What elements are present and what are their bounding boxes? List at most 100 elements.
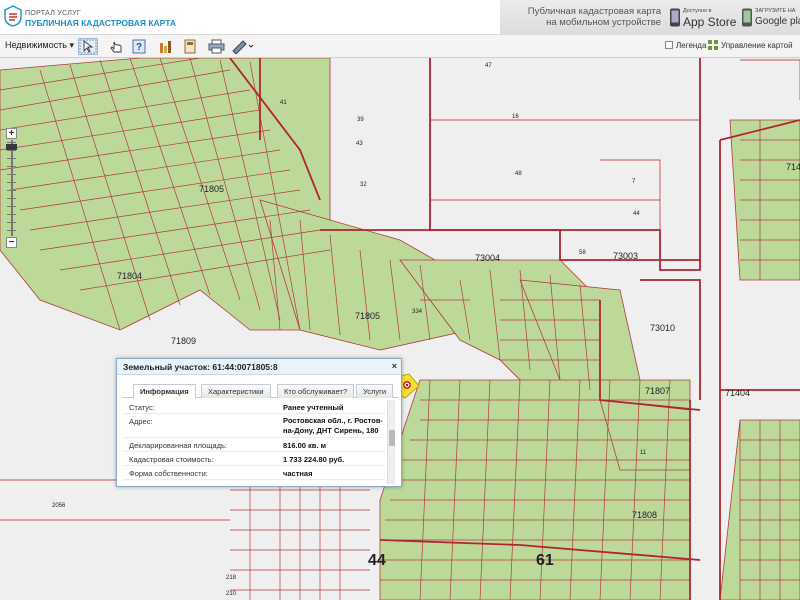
zoom-tick [7, 158, 16, 159]
portal-logo-icon [4, 5, 22, 27]
map-management-button[interactable]: Управление картой [708, 40, 793, 50]
parcel-label: 2056 [52, 503, 66, 509]
map-management-label: Управление картой [721, 41, 793, 50]
info-row-area: Декларированная площадь: 816.00 кв. м [123, 438, 385, 452]
identify-tool-button[interactable] [107, 38, 127, 55]
district-label: 61 [536, 552, 554, 569]
quarter-label: 71809 [171, 336, 197, 346]
building-chart-icon [160, 41, 171, 53]
pointer-hand-icon [110, 41, 122, 53]
google-play-badge[interactable]: ЗАГРУЗИТЕ НА Google play [739, 4, 800, 31]
app-store-badge[interactable]: Доступно в App Store [667, 4, 737, 31]
info-row-cost: Кадастровая стоимость: 1 733 224.80 руб. [123, 452, 385, 466]
tab-information[interactable]: Информация [133, 384, 196, 399]
zoom-slider-handle[interactable] [6, 144, 17, 150]
parcel-info-popup: Земельный участок: 61:44:0071805:8 × Инф… [116, 358, 402, 487]
parcel-label: 11 [640, 450, 647, 456]
mobile-promo-text: Публичная кадастровая карта на мобильном… [521, 6, 661, 28]
zoom-tick [7, 190, 16, 191]
info-value: Ростовская обл., г. Ростов-на-Дону, ДНТ … [283, 416, 383, 435]
zoom-tick [7, 230, 16, 231]
portal-title[interactable]: ПУБЛИЧНАЯ КАДАСТРОВАЯ КАРТА [25, 18, 176, 28]
map-toolbar: Недвижимость ▾ ? Легенда Управление карт… [0, 35, 800, 58]
zoom-tick [7, 206, 16, 207]
zoom-tick [7, 150, 16, 151]
info-tool-button[interactable]: ? [130, 38, 148, 55]
parcel-label: 218 [226, 575, 237, 581]
info-key: Декларированная площадь: [129, 441, 227, 450]
statistics-tool-button[interactable] [156, 38, 174, 55]
portal-caption: ПОРТАЛ УСЛУГ [25, 10, 81, 17]
info-key: Статус: [129, 403, 155, 412]
google-play-caption: ЗАГРУЗИТЕ НА [755, 8, 796, 14]
tab-services[interactable]: Услуги [356, 384, 394, 398]
parcel-label: 47 [485, 63, 492, 69]
parcel-label: 32 [360, 182, 367, 188]
parcel-label: 334 [412, 309, 423, 315]
quarter-label: 71404 [725, 388, 751, 398]
promo-line-1: Публичная кадастровая карта [527, 6, 661, 17]
parcel-label: 7 [632, 179, 636, 185]
scrollbar-thumb[interactable] [389, 430, 395, 446]
quarter-label: 71804 [117, 271, 143, 281]
close-icon[interactable]: × [392, 361, 397, 371]
quarter-label: 73010 [650, 323, 676, 333]
calculator-tool-button[interactable] [181, 38, 199, 55]
info-value: частная [283, 469, 313, 478]
layer-dropdown-value: Недвижимость [5, 40, 67, 50]
info-key: Адрес: [129, 417, 153, 426]
quarter-label: 7148 [786, 162, 800, 172]
cursor-select-icon [79, 39, 97, 54]
tab-who-serves[interactable]: Кто обслуживает? [277, 384, 355, 398]
zoom-tick [7, 222, 16, 223]
printer-icon [208, 39, 225, 54]
chevron-down-icon: ▾ [69, 40, 74, 50]
measure-tool-button[interactable] [230, 38, 256, 55]
parcel-label: 210 [226, 591, 237, 597]
parcel-label: 16 [512, 114, 519, 120]
quarter-label: 71808 [632, 510, 658, 520]
info-key: Форма собственности: [129, 469, 208, 478]
zoom-tick [7, 174, 16, 175]
question-help-icon: ? [132, 39, 146, 54]
info-scrollbar[interactable] [387, 400, 395, 484]
zoom-in-button[interactable]: + [6, 128, 17, 139]
info-row-status: Статус: Ранее учтенный [123, 400, 385, 414]
parcel-label: 48 [515, 171, 522, 177]
info-value: 1 733 224.80 руб. [283, 455, 345, 464]
tab-characteristics[interactable]: Характеристики [201, 384, 271, 398]
zoom-tick [7, 166, 16, 167]
android-phone-icon [742, 8, 752, 27]
legend-checkbox[interactable] [665, 41, 673, 49]
parcel-label: 58 [579, 250, 586, 256]
app-store-label: App Store [683, 15, 737, 29]
info-row-address: Адрес: Ростовская обл., г. Ростов-на-Дон… [123, 414, 385, 438]
calculator-icon [184, 39, 196, 54]
info-value: 816.00 кв. м [283, 441, 327, 450]
promo-line-2: на мобильном устройстве [546, 17, 661, 28]
map-canvas[interactable] [0, 58, 800, 600]
popup-tabs: Информация Характеристики Кто обслуживае… [123, 380, 398, 399]
parcel-label: 43 [356, 141, 363, 147]
zoom-tick [7, 198, 16, 199]
app-store-caption: Доступно в [683, 8, 712, 14]
info-value: Ранее учтенный [283, 403, 344, 412]
zoom-tick [7, 214, 16, 215]
zoom-tick [7, 182, 16, 183]
quarter-label: 71805 [199, 184, 225, 194]
zoom-out-button[interactable]: − [6, 237, 17, 248]
cadastral-map[interactable]: + − 71805 71804 71809 73004 71805 73003 … [0, 58, 800, 600]
layer-dropdown[interactable]: Недвижимость ▾ [5, 40, 74, 51]
info-row-ownership: Форма собственности: частная [123, 466, 385, 480]
ruler-icon [232, 40, 254, 54]
parcel-label: 39 [357, 117, 364, 123]
zoom-tick [7, 142, 16, 143]
legend-toggle[interactable]: Легенда [665, 41, 706, 50]
info-key: Кадастровая стоимость: [129, 455, 214, 464]
print-tool-button[interactable] [207, 38, 226, 55]
parcel-label: 44 [633, 211, 640, 217]
popup-title: Земельный участок: 61:44:0071805:8 [123, 362, 278, 372]
zoom-control[interactable]: + − [3, 128, 20, 249]
select-tool-button[interactable] [78, 38, 98, 55]
header-bar: ПОРТАЛ УСЛУГ ПУБЛИЧНАЯ КАДАСТРОВАЯ КАРТА… [0, 0, 800, 35]
